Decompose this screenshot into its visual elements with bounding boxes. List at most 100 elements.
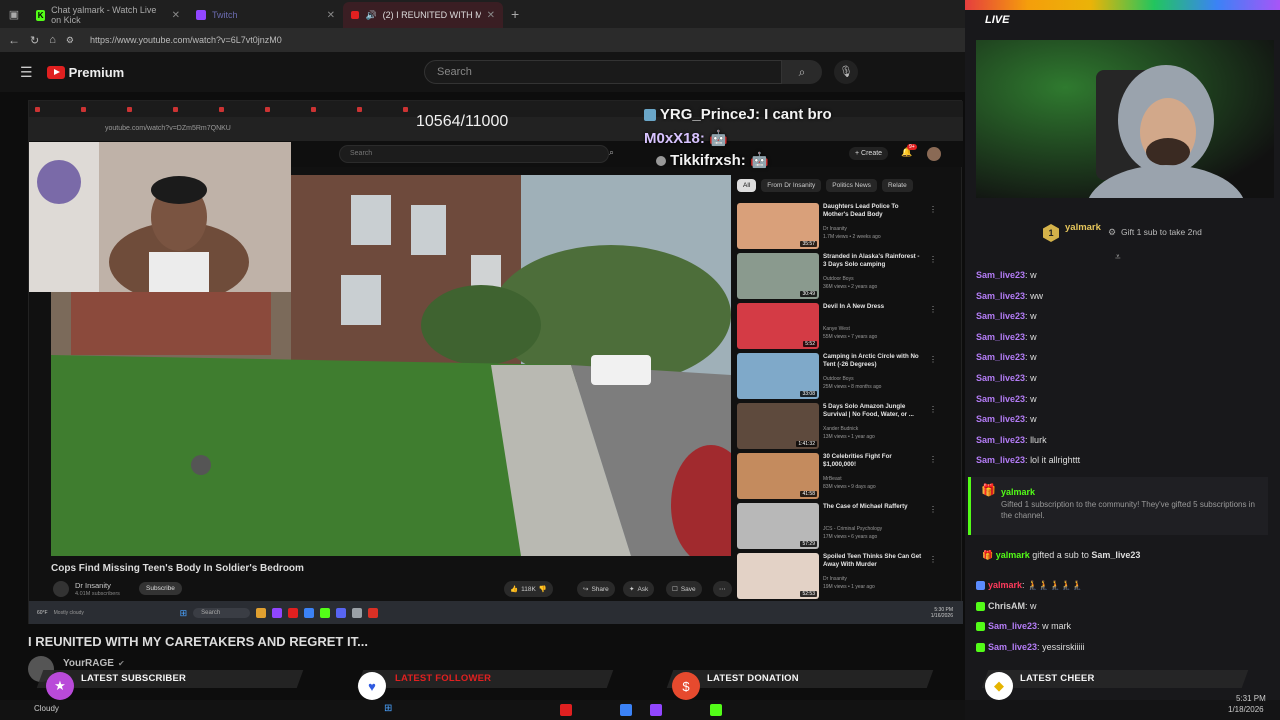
more-options-icon: ⋮ <box>929 205 937 214</box>
inner-windows-taskbar: 60°F Mostly cloudy ⊞ Search 5:30 PM 1/16… <box>29 601 963 625</box>
video-thumbnail: 33:08 <box>737 353 819 399</box>
rec-title: Daughters Lead Police To Mother's Dead B… <box>823 203 899 219</box>
app-icon[interactable] <box>620 704 632 716</box>
chat-username[interactable]: Sam_live23 <box>976 270 1025 280</box>
thumbs-down-icon: 👎 <box>538 586 547 593</box>
youtube-header: ☰ Premium Search ⌕ 🎙 <box>0 52 965 92</box>
reload-icon[interactable]: ↻ <box>30 34 39 47</box>
rec-meta: 25M views • 8 months ago <box>823 384 882 390</box>
video-thumbnail: 30:49 <box>737 253 819 299</box>
video-thumbnail: 5:52 <box>737 303 819 349</box>
video-duration: 1:41:32 <box>796 441 817 447</box>
bookmark-icon: ☐ <box>672 586 678 593</box>
chat-username[interactable]: Sam_live23 <box>976 435 1025 445</box>
recommendation-item: 30:49 Stranded in Alaska's Rainforest - 3… <box>737 253 947 301</box>
chat-username[interactable]: Sam_live23 <box>976 455 1025 465</box>
chat-text: 🧎🧎🧎🧎🧎 <box>1027 580 1084 590</box>
overlay-chat-user: YRG_PrinceJ <box>659 106 755 123</box>
app-icon[interactable] <box>560 704 572 716</box>
chat-username[interactable]: Sam_live23 <box>976 332 1025 342</box>
chevron-down-icon[interactable]: ⩡ <box>1115 252 1121 263</box>
chat-username[interactable]: Sam_live23 <box>976 291 1025 301</box>
chat-badge-icon <box>976 622 985 632</box>
channel-avatar <box>53 581 69 597</box>
site-info-icon[interactable]: ⚙ <box>66 35 74 46</box>
chat-username[interactable]: Sam_live23 <box>988 621 1037 631</box>
tab-kick-chat[interactable]: K Chat yalmark - Watch Live on Kick ✕ <box>28 2 188 28</box>
search-button[interactable]: ⌕ <box>782 60 822 84</box>
recommendation-item: 52:53 Spoiled Teen Thinks She Can Get Awa… <box>737 553 947 601</box>
emote-icon: 🤖 <box>749 152 769 169</box>
tab-favicon-icon <box>311 106 316 112</box>
gift-icon: 🎁 <box>981 483 996 497</box>
back-icon[interactable]: ← <box>8 33 20 47</box>
clock-date: 1/18/2026 <box>1228 705 1264 714</box>
tab-twitch[interactable]: Twitch ✕ <box>188 2 343 28</box>
tab-favicon-icon <box>403 106 408 112</box>
weather-label: Cloudy <box>34 704 59 713</box>
search-input[interactable]: Search <box>424 60 782 84</box>
rank-badge: 1 <box>1043 224 1059 242</box>
inner-channel-name: Dr Insanity <box>75 581 111 590</box>
speaker-icon[interactable]: 🔊 <box>365 10 376 21</box>
chat-username[interactable]: Sam_live23 <box>976 311 1025 321</box>
app-icon[interactable] <box>650 704 662 716</box>
more-options-icon: ⋮ <box>929 405 937 414</box>
rec-channel: Outdoor Boys <box>823 276 854 282</box>
gift-event-user: yalmark <box>1001 487 1036 497</box>
chat-username[interactable]: ChrisAM <box>988 601 1025 611</box>
windows-start-icon[interactable]: ⊞ <box>384 703 392 714</box>
chat-badge-icon <box>976 581 985 591</box>
inner-ask-pill: ✦ Ask <box>623 581 655 597</box>
new-tab-button[interactable]: + <box>511 6 519 22</box>
gift-event-card: 🎁 yalmark Gifted 1 subscription to the c… <box>968 477 1268 535</box>
channel-name[interactable]: YourRAGE <box>63 658 114 669</box>
rec-title: 30 Celebrities Fight For $1,000,000! <box>823 453 892 469</box>
voice-search-button[interactable]: 🎙 <box>834 60 858 84</box>
chat-username: yalmark <box>995 550 1030 560</box>
reactor-scene <box>29 142 291 292</box>
chat-username[interactable]: yalmark <box>988 580 1022 590</box>
inner-url: youtube.com/watch?v=DZm5Rm7QNKU <box>105 125 231 132</box>
chat-username[interactable]: Sam_live23 <box>976 414 1025 424</box>
browser-menu-icon[interactable]: ▣ <box>0 8 28 21</box>
youtube-play-icon <box>46 65 65 79</box>
home-icon[interactable]: ⌂ <box>49 34 56 46</box>
streamer-webcam <box>976 40 1274 198</box>
chat-username[interactable]: Sam_live23 <box>976 352 1025 362</box>
more-options-icon: ⋮ <box>929 455 937 464</box>
rec-meta: 1.7M views • 2 weeks ago <box>823 234 881 240</box>
video-duration: 5:52 <box>803 341 817 347</box>
more-options-icon: ⋮ <box>929 305 937 314</box>
chat-message: ChrisAM: w <box>976 601 1037 611</box>
hamburger-menu-icon[interactable]: ☰ <box>20 64 33 81</box>
rec-channel: Dr Insanity <box>823 226 847 232</box>
gift-line: 🎁 yalmark gifted a sub to Sam_live23 <box>982 550 1140 561</box>
recommendation-item: 57:29 The Case of Michael Rafferty JCS - C… <box>737 503 947 551</box>
inner-search-icon: ⌕ <box>609 147 615 157</box>
chat-badge-icon <box>644 109 656 122</box>
gift-icon: 🎁 <box>982 550 994 560</box>
chat-username[interactable]: Sam_live23 <box>976 373 1025 383</box>
clock-time: 5:31 PM <box>1236 694 1266 703</box>
filter-chip: Relate <box>881 179 913 192</box>
close-icon[interactable]: ✕ <box>172 10 180 21</box>
chat-username[interactable]: Sam_live23 <box>988 642 1037 652</box>
chat-message: Sam_live23: w <box>976 311 1037 322</box>
inner-tab <box>81 106 125 112</box>
rec-channel: Dr Insanity <box>823 576 847 582</box>
live-gradient-bar <box>965 0 1280 10</box>
chat-message: Sam_live23: lol it allrighttt <box>976 455 1081 466</box>
rec-title: Stranded in Alaska's Rainforest - 3 Days… <box>823 253 920 269</box>
chat-username[interactable]: Sam_live23 <box>976 394 1025 404</box>
tab-youtube[interactable]: 🔊 (2) I REUNITED WITH MY CAR ✕ <box>343 2 503 28</box>
youtube-logo[interactable]: Premium <box>46 65 124 80</box>
inner-more-pill: ⋯ <box>713 581 732 597</box>
inner-tab <box>311 106 355 112</box>
url-field[interactable]: https://www.youtube.com/watch?v=6L7vt0jn… <box>90 35 282 45</box>
close-icon[interactable]: ✕ <box>487 10 495 21</box>
chat-text: llurk <box>1030 434 1047 445</box>
close-icon[interactable]: ✕ <box>327 10 335 21</box>
address-bar: ← ↻ ⌂ ⚙ https://www.youtube.com/watch?v=… <box>0 28 965 52</box>
app-icon[interactable] <box>710 704 722 716</box>
